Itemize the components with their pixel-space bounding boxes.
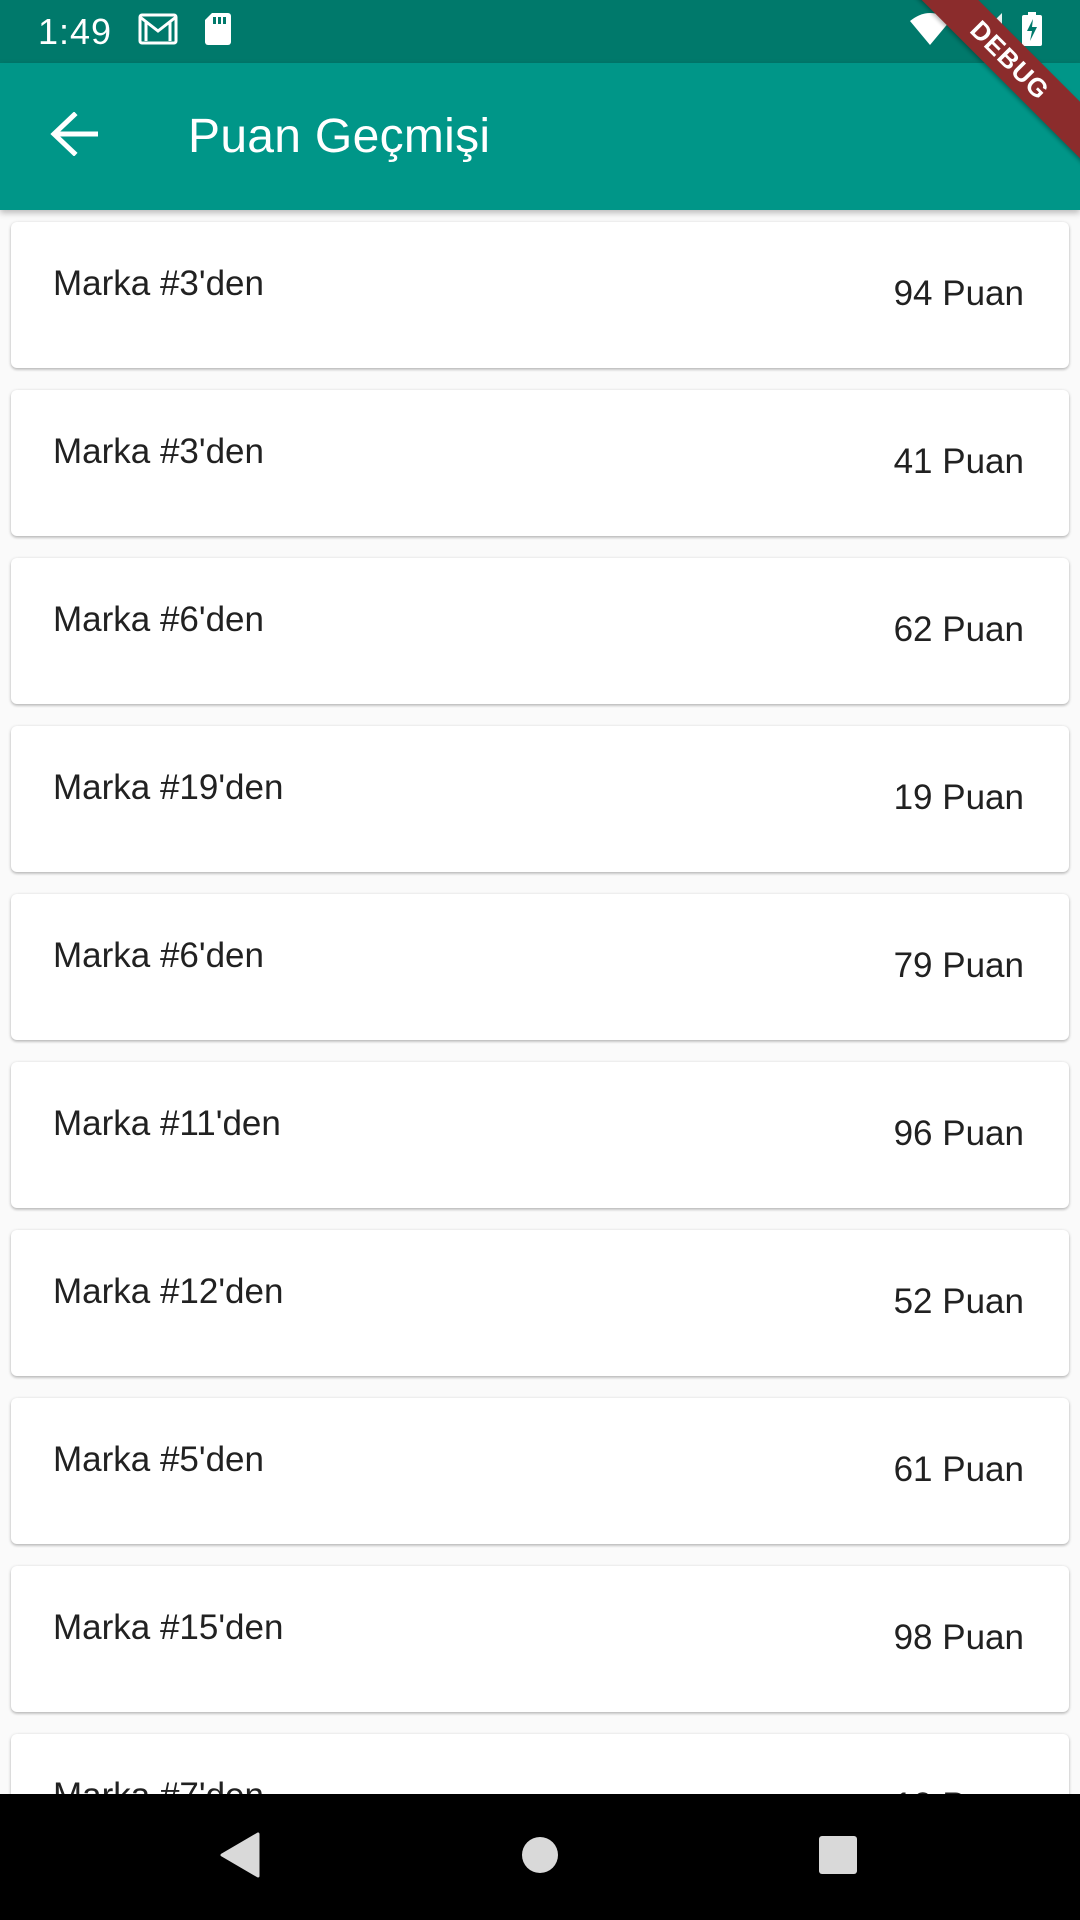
list-item-points: 79 Puan [893, 946, 1024, 985]
list-item[interactable]: Marka #11'den 96 Puan [11, 1062, 1069, 1208]
list-item[interactable]: Marka #3'den 41 Puan [11, 390, 1069, 536]
nav-recents-button[interactable] [778, 1794, 898, 1920]
status-time: 1:49 [38, 10, 113, 52]
list-item-source: Marka #3'den [53, 432, 264, 471]
list-item-source: Marka #19'den [53, 768, 284, 807]
list-item-source: Marka #7'den [53, 1776, 264, 1794]
list-item-points: 98 Puan [893, 1618, 1024, 1657]
back-triangle-icon [220, 1832, 260, 1883]
signal-icon [970, 13, 1002, 50]
list-item-source: Marka #15'den [53, 1608, 284, 1647]
page-title: Puan Geçmişi [188, 110, 491, 163]
list-item-points: 10 Puan [894, 1786, 1024, 1794]
nav-back-button[interactable] [180, 1794, 300, 1920]
list-item[interactable]: Marka #15'den 98 Puan [11, 1566, 1069, 1712]
gmail-icon [138, 13, 178, 50]
list-item-points: 52 Puan [893, 1282, 1024, 1321]
list-item-points: 61 Puan [893, 1450, 1024, 1489]
points-history-list[interactable]: Marka #3'den 94 Puan Marka #3'den 41 Pua… [0, 210, 1080, 1794]
status-bar: 1:49 [0, 0, 1080, 63]
list-item[interactable]: Marka #3'den 94 Puan [11, 222, 1069, 368]
list-item-points: 41 Puan [893, 442, 1024, 481]
list-item[interactable]: Marka #7'den 10 Puan [11, 1734, 1069, 1794]
list-item-points: 62 Puan [893, 610, 1024, 649]
battery-charging-icon [1022, 12, 1042, 51]
screen: 1:49 Puan Geçmişi DEBUG Marka #3'den 94 … [0, 0, 1080, 1920]
back-button[interactable] [0, 63, 147, 210]
list-item-source: Marka #12'den [53, 1272, 284, 1311]
list-item-source: Marka #11'den [53, 1104, 281, 1143]
list-item-source: Marka #6'den [53, 936, 264, 975]
list-item-points: 94 Puan [893, 274, 1024, 313]
system-nav-bar [0, 1794, 1080, 1920]
list-item[interactable]: Marka #12'den 52 Puan [11, 1230, 1069, 1376]
home-circle-icon [520, 1835, 560, 1880]
wifi-icon [910, 13, 950, 50]
list-item[interactable]: Marka #6'den 79 Puan [11, 894, 1069, 1040]
nav-home-button[interactable] [480, 1794, 600, 1920]
list-item[interactable]: Marka #6'den 62 Puan [11, 558, 1069, 704]
recents-square-icon [818, 1835, 858, 1880]
list-item-points: 96 Puan [893, 1114, 1024, 1153]
list-item-source: Marka #6'den [53, 600, 264, 639]
list-item-source: Marka #5'den [53, 1440, 264, 1479]
list-item-points: 19 Puan [893, 778, 1024, 817]
arrow-back-icon [49, 111, 98, 161]
list-item-source: Marka #3'den [53, 264, 264, 303]
list-item[interactable]: Marka #19'den 19 Puan [11, 726, 1069, 872]
list-item[interactable]: Marka #5'den 61 Puan [11, 1398, 1069, 1544]
sd-card-icon [204, 12, 232, 51]
app-bar: Puan Geçmişi [0, 63, 1080, 210]
